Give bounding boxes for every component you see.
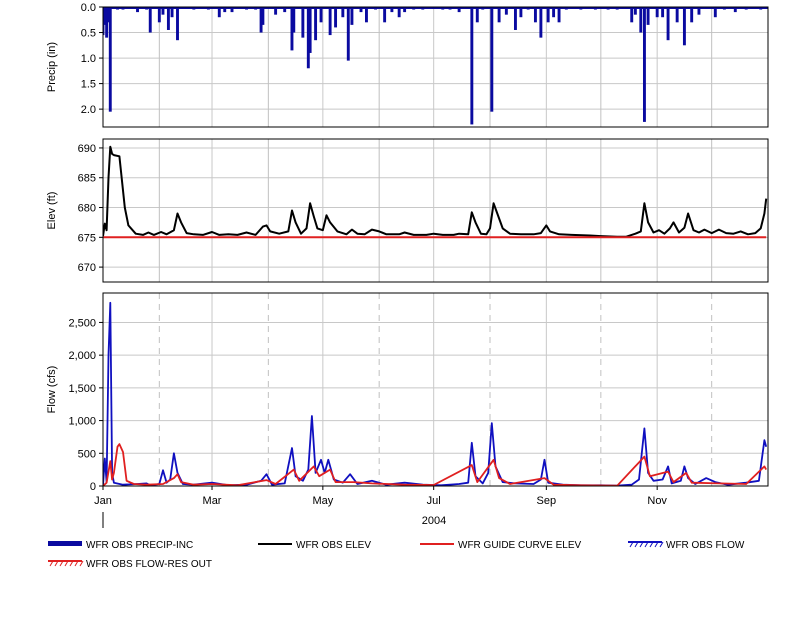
precip-bar [328, 7, 332, 36]
precip-bar [513, 7, 517, 30]
precip-bar [108, 7, 112, 112]
precip-y-tick-label: 0.0 [81, 2, 96, 14]
legend-swatch-precip [48, 541, 82, 546]
elev-y-tick-label: 675 [78, 232, 96, 244]
precip-bar [675, 7, 679, 23]
precip-bar [314, 7, 318, 41]
elev-y-axis-label: Elev (ft) [46, 192, 58, 230]
x-year-label: 2004 [422, 515, 446, 527]
precip-bar [639, 7, 643, 33]
precip-bar [301, 7, 305, 38]
x-tick-label: Jan [94, 495, 112, 507]
precip-bar [292, 7, 296, 33]
x-tick-label: Sep [537, 495, 557, 507]
precip-bar [497, 7, 501, 23]
x-tick-label: Nov [647, 495, 667, 507]
precip-bar [308, 7, 312, 53]
elev-y-tick-label: 685 [78, 173, 96, 185]
legend-label: WFR OBS PRECIP-INC [86, 540, 193, 551]
chart-stage: 0.0 0.5 1.0 1.5 2.0 Precip (in) 670 675 680 685 69… [0, 0, 800, 627]
precip-bar [346, 7, 350, 61]
precip-y-tick-label: 0.5 [81, 28, 96, 40]
legend-label: WFR OBS FLOW-RES OUT [86, 559, 212, 570]
precip-bar [350, 7, 354, 25]
x-tick-label: May [312, 495, 333, 507]
precip-y-axis-label: Precip (in) [46, 42, 58, 92]
elev-y-tick-label: 690 [78, 143, 96, 155]
flow-y-tick-label: 1,000 [68, 416, 96, 428]
precip-bar [630, 7, 634, 23]
elev-plot-area [103, 139, 768, 282]
flow-y-tick-label: 2,500 [68, 317, 96, 329]
flow-y-tick-label: 0 [90, 481, 96, 493]
x-tick-label: Mar [203, 495, 222, 507]
precip-bar [334, 7, 338, 28]
precip-bar [261, 7, 265, 25]
precip-bar [490, 7, 494, 112]
elev-y-tick-label: 680 [78, 203, 96, 215]
precip-bar [642, 7, 646, 122]
x-tick-label: Jul [427, 495, 441, 507]
precip-bar [176, 7, 179, 41]
flow-y-tick-label: 500 [78, 448, 96, 460]
precip-bar [475, 7, 479, 23]
precip-bar [666, 7, 670, 41]
hydrograph-chart: 0.0 0.5 1.0 1.5 2.0 Precip (in) 670 675 680 685 69… [46, 2, 769, 570]
precip-y-tick-label: 1.5 [81, 79, 96, 91]
precip-bar [690, 7, 694, 23]
precip-bar [539, 7, 543, 38]
precip-bar [157, 7, 161, 23]
precip-bar [557, 7, 561, 23]
precip-bar [682, 7, 686, 46]
legend-label: WFR OBS ELEV [296, 540, 371, 551]
legend-label: WFR OBS FLOW [666, 540, 745, 551]
precip-bar [533, 7, 537, 23]
flow-y-tick-label: 1,500 [68, 383, 96, 395]
precip-bar [470, 7, 474, 125]
precip-bar [148, 7, 152, 33]
precip-bar [365, 7, 368, 23]
precip-bar [546, 7, 550, 23]
precip-bar [319, 7, 323, 23]
precip-bar [166, 7, 170, 30]
legend-label: WFR GUIDE CURVE ELEV [458, 540, 581, 551]
precip-y-tick-label: 2.0 [81, 104, 96, 116]
flow-y-tick-label: 2,000 [68, 350, 96, 362]
precip-y-tick-label: 1.0 [81, 53, 96, 65]
flow-y-axis-label: Flow (cfs) [46, 366, 58, 414]
precip-bar [383, 7, 387, 23]
elev-y-tick-label: 670 [78, 262, 96, 274]
precip-bar [646, 7, 650, 25]
